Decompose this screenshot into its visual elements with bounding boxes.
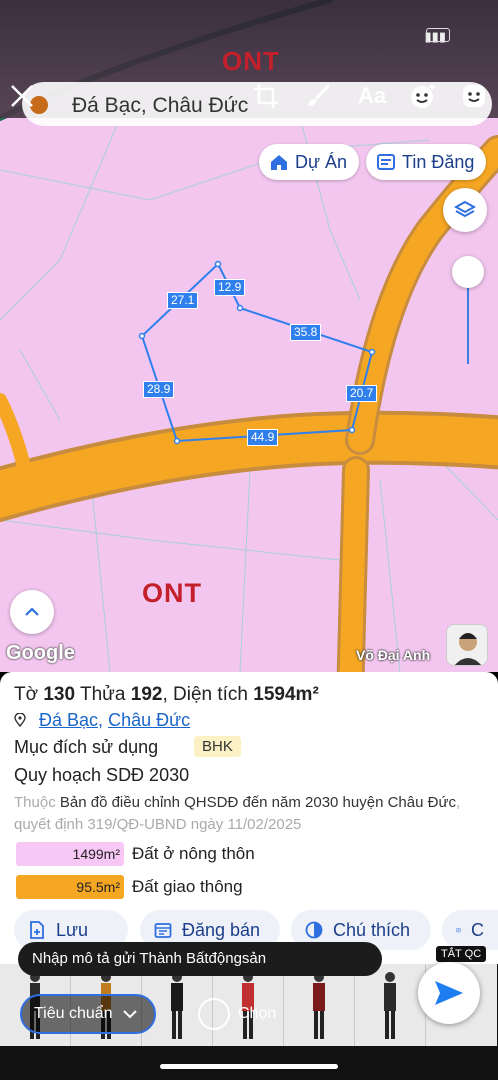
layers-button[interactable] xyxy=(443,188,487,232)
note-main: Bản đồ điều chỉnh QHSDĐ đến năm 2030 huy… xyxy=(59,794,456,811)
legend-row-traffic: 95.5m² Đất giao thông xyxy=(16,875,243,899)
brush-icon[interactable] xyxy=(298,76,338,116)
choose-label: Chọn xyxy=(238,1005,277,1022)
battery-icon xyxy=(426,28,450,42)
emoji-icon[interactable] xyxy=(454,76,494,116)
zone-label: ONT xyxy=(142,578,202,608)
area-label: , Diện tích xyxy=(162,684,248,705)
home-icon xyxy=(271,155,287,170)
text-tool-button[interactable]: Aa xyxy=(352,76,392,116)
contrast-icon xyxy=(305,921,323,939)
sticker-thumb[interactable] xyxy=(284,964,355,1046)
zone-label-top: ONT xyxy=(222,46,280,76)
home-indicator[interactable] xyxy=(160,1064,338,1069)
edge-length-label: 35.8 xyxy=(290,324,322,341)
legend-row-residential: 1499m² Đất ở nông thôn xyxy=(16,842,255,866)
image-edit-toolbar: Aa xyxy=(0,76,498,120)
plan-title: Quy hoạch SDĐ 2030 xyxy=(14,765,190,785)
edge-length-label: 27.1 xyxy=(167,292,199,309)
district-link[interactable]: Châu Đức xyxy=(108,710,190,730)
post-sale-label: Đăng bán xyxy=(182,919,261,940)
camera-icon xyxy=(456,928,461,933)
map-view[interactable]: ONT ▮▮▮ Đá Bạc, Châu Đức Aa Dự Án Tin Đă… xyxy=(0,0,498,672)
legend-label: Đất giao thông xyxy=(132,877,243,896)
note-prefix: Thuộc xyxy=(14,794,56,811)
close-icon[interactable] xyxy=(2,76,42,116)
sheet-number: 130 xyxy=(43,684,76,705)
select-circle-icon xyxy=(198,998,230,1030)
quality-mode-dropdown[interactable]: Tiêu chuẩn xyxy=(20,994,156,1034)
edge-length-label: 20.7 xyxy=(346,385,378,402)
parcel-title: Tờ 130 Thửa 192, Diện tích 1594m² xyxy=(14,684,319,706)
sticker-icon[interactable] xyxy=(403,76,443,116)
edge-length-label: 12.9 xyxy=(214,279,246,296)
location-separator: , xyxy=(98,710,104,730)
opacity-slider-knob[interactable] xyxy=(452,256,484,288)
message-input[interactable]: Nhập mô tả gửi Thành Bấtđộngsản xyxy=(18,942,382,976)
add-file-icon xyxy=(30,921,44,939)
legend-swatch: 1499m² xyxy=(16,842,124,866)
ads-off-badge[interactable]: TẮT QC xyxy=(436,946,487,962)
edge-length-label: 44.9 xyxy=(247,429,279,446)
legend-swatch: 95.5m² xyxy=(16,875,124,899)
camera-label: C xyxy=(471,919,484,940)
listing-icon xyxy=(377,154,395,170)
listings-button[interactable]: Tin Đăng xyxy=(366,144,487,180)
legend-label: Chú thích xyxy=(333,919,411,940)
parcel-label: Thửa xyxy=(80,684,126,705)
projects-button[interactable]: Dự Án xyxy=(259,144,360,180)
save-label: Lưu xyxy=(56,919,89,940)
layers-icon xyxy=(454,200,476,218)
quality-mode-label: Tiêu chuẩn xyxy=(34,1005,113,1022)
parcel-location: Đá Bạc, Châu Đức xyxy=(14,710,190,731)
opacity-slider-track[interactable] xyxy=(467,278,469,364)
commune-link[interactable]: Đá Bạc xyxy=(39,710,98,730)
send-button[interactable] xyxy=(418,962,480,1024)
sticker-thumb[interactable] xyxy=(355,964,426,1046)
expand-panel-button[interactable] xyxy=(10,590,54,634)
chevron-up-icon xyxy=(25,607,39,616)
parcel-number: 192 xyxy=(130,684,163,705)
edge-length-label: 28.9 xyxy=(143,381,175,398)
send-icon xyxy=(435,981,463,1005)
area-value: 1594m² xyxy=(253,684,319,705)
projects-label: Dự Án xyxy=(295,151,348,172)
crop-icon[interactable] xyxy=(246,76,286,116)
google-logo: Google xyxy=(6,642,75,664)
camera-button[interactable]: C xyxy=(442,910,498,950)
location-pin-icon xyxy=(14,713,26,727)
calendar-icon xyxy=(154,923,172,938)
chevron-down-icon xyxy=(122,1010,137,1019)
author-name: Võ Đại Anh xyxy=(356,647,431,663)
land-use-label: Mục đích sử dụng xyxy=(14,737,159,757)
legend-label: Đất ở nông thôn xyxy=(132,844,255,863)
listings-label: Tin Đăng xyxy=(402,151,475,172)
avatar[interactable] xyxy=(446,624,488,666)
land-use-badge: BHK xyxy=(194,736,241,757)
sheet-label: Tờ xyxy=(14,684,39,705)
choose-toggle[interactable]: Chọn xyxy=(198,998,276,1030)
plan-note: Thuộc Bản đồ điều chỉnh QHSDĐ đến năm 20… xyxy=(14,792,484,836)
